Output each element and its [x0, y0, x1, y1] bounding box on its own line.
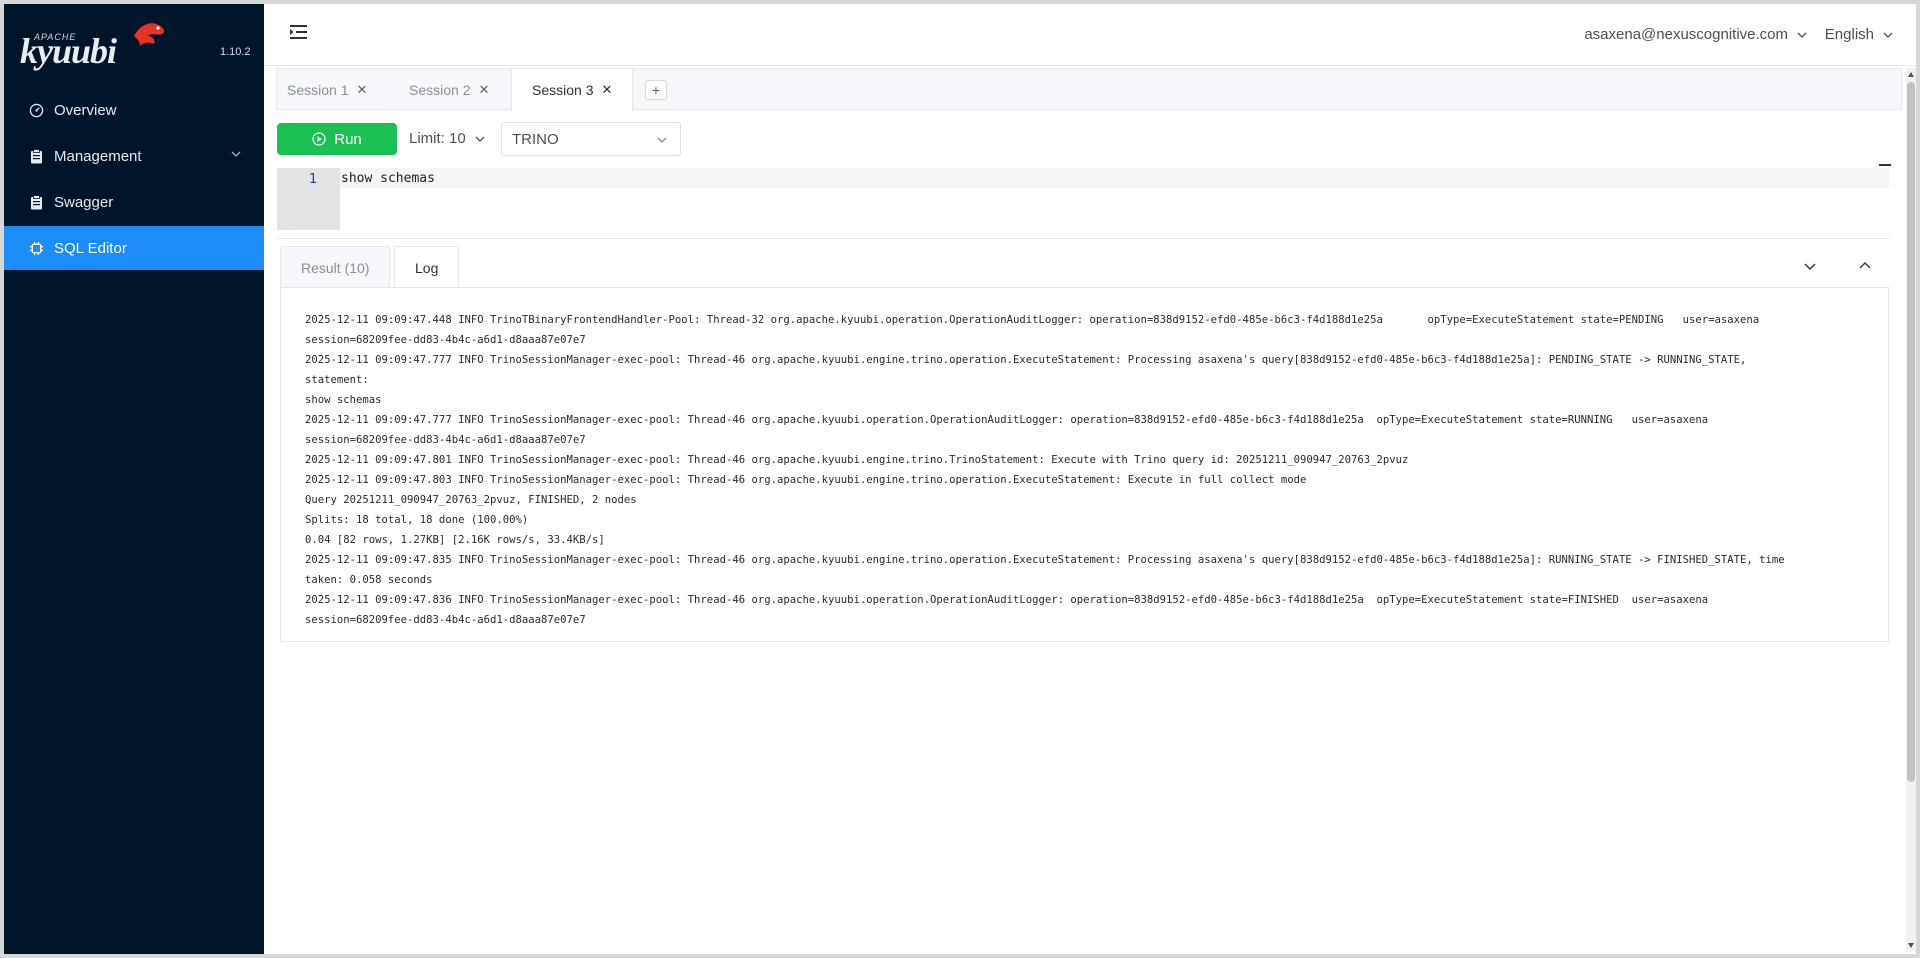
session-tabs: Session 1 ✕ Session 2 ✕ Session 3 ✕ + [276, 68, 1902, 111]
tab-session-3[interactable]: Session 3 ✕ [511, 69, 634, 111]
log-line: statement: [305, 374, 369, 386]
minimize-editor-icon[interactable] [1879, 164, 1891, 166]
language-select[interactable]: English [1825, 26, 1894, 43]
version-label: 1.10.2 [220, 46, 251, 58]
log-output: 2025-12-11 09:09:47.448 INFO TrinoTBinar… [280, 287, 1889, 642]
top-header: asaxena@nexuscognitive.com English [264, 4, 1916, 66]
log-line: 2025-12-11 09:09:47.836 INFO TrinoSessio… [305, 594, 1709, 606]
log-line: session=68209fee-dd83-4b4c-a6d1-d8aaa87e… [305, 334, 586, 346]
tab-log[interactable]: Log [394, 246, 460, 288]
sidebar-item-sql-editor[interactable]: SQL Editor [4, 226, 264, 270]
limit-select[interactable]: Limit: 10 [409, 130, 486, 147]
scroll-down-icon[interactable] [1908, 943, 1914, 948]
tab-session-1[interactable]: Session 1 ✕ [277, 69, 377, 110]
menu-fold-icon[interactable] [290, 24, 308, 45]
add-session-button[interactable]: + [645, 80, 667, 100]
tab-label: Session 1 [287, 81, 349, 98]
dashboard-icon [28, 102, 44, 118]
engine-select[interactable]: TRINO [501, 122, 681, 156]
log-line: 2025-12-11 09:09:47.835 INFO TrinoSessio… [305, 554, 1785, 566]
result-tabs: Result (10) Log [280, 246, 1889, 288]
log-line: Splits: 18 total, 18 done (100.00%) [305, 514, 529, 526]
kyuubi-logo[interactable]: APACHE kyuubi 1.10.2 [4, 4, 264, 84]
limit-label: Limit: 10 [409, 130, 466, 147]
log-line: Query 20251211_090947_20763_2pvuz, FINIS… [305, 494, 637, 506]
sidebar-item-label: SQL Editor [54, 239, 127, 257]
chevron-down-icon [657, 137, 667, 143]
close-icon[interactable]: ✕ [478, 82, 489, 98]
log-line: 0.04 [82 rows, 1.27KB] [2.16K rows/s, 33… [305, 534, 605, 546]
chevron-down-icon [475, 136, 485, 142]
chevron-down-icon[interactable] [1803, 259, 1817, 278]
scroll-up-icon[interactable] [1908, 72, 1914, 77]
log-line: 2025-12-11 09:09:47.448 INFO TrinoTBinar… [305, 314, 1760, 326]
log-line: 2025-12-11 09:09:47.801 INFO TrinoSessio… [305, 454, 1409, 466]
log-line: session=68209fee-dd83-4b4c-a6d1-d8aaa87e… [305, 434, 586, 446]
language-label: English [1824, 26, 1874, 43]
divider [277, 238, 1889, 239]
chevron-down-icon [231, 151, 241, 157]
sidebar: APACHE kyuubi 1.10.2 Overview Management [4, 4, 264, 954]
play-circle-icon [312, 132, 326, 146]
chevron-down-icon [1797, 32, 1807, 38]
line-number-gutter: 1 [277, 168, 340, 230]
close-icon[interactable]: ✕ [356, 82, 367, 98]
tab-label: Session 3 [532, 82, 594, 98]
clipboard-icon [28, 194, 44, 210]
chevron-up-icon[interactable] [1858, 259, 1872, 278]
run-button[interactable]: Run [277, 123, 397, 155]
logo-bird-icon [134, 23, 165, 46]
sidebar-item-label: Management [54, 147, 142, 165]
sidebar-item-swagger[interactable]: Swagger [4, 180, 264, 224]
sidebar-item-management[interactable]: Management [4, 134, 264, 178]
log-line: show schemas [305, 394, 382, 406]
close-icon[interactable]: ✕ [601, 82, 612, 98]
tab-result[interactable]: Result (10) [280, 246, 391, 288]
tab-label: Session 2 [409, 81, 471, 98]
run-label: Run [334, 130, 362, 148]
log-line: session=68209fee-dd83-4b4c-a6d1-d8aaa87e… [305, 614, 586, 626]
app-window: APACHE kyuubi 1.10.2 Overview Management [0, 0, 1920, 958]
sidebar-item-label: Overview [54, 101, 117, 119]
sql-editor[interactable]: 1 show schemas [277, 168, 1889, 230]
log-line: taken: 0.058 seconds [305, 574, 433, 586]
sidebar-item-label: Swagger [54, 193, 114, 211]
sidebar-item-overview[interactable]: Overview [4, 88, 264, 132]
log-line: 2025-12-11 09:09:47.777 INFO TrinoSessio… [305, 354, 1747, 366]
line-number: 1 [309, 172, 317, 187]
vertical-scrollbar[interactable] [1906, 68, 1916, 952]
logo-wordmark: kyuubi [20, 31, 117, 71]
clipboard-icon [28, 148, 44, 164]
scrollbar-thumb[interactable] [1907, 82, 1915, 782]
chevron-down-icon [1883, 32, 1893, 38]
user-menu[interactable]: asaxena@nexuscognitive.com [1584, 26, 1808, 43]
tab-session-2[interactable]: Session 2 ✕ [399, 69, 499, 110]
user-email: asaxena@nexuscognitive.com [1584, 26, 1788, 43]
log-line: 2025-12-11 09:09:47.803 INFO TrinoSessio… [305, 474, 1307, 486]
engine-value: TRINO [512, 130, 559, 148]
cpu-icon [28, 240, 44, 256]
code-line[interactable]: show schemas [340, 168, 1889, 188]
log-line: 2025-12-11 09:09:47.777 INFO TrinoSessio… [305, 414, 1709, 426]
